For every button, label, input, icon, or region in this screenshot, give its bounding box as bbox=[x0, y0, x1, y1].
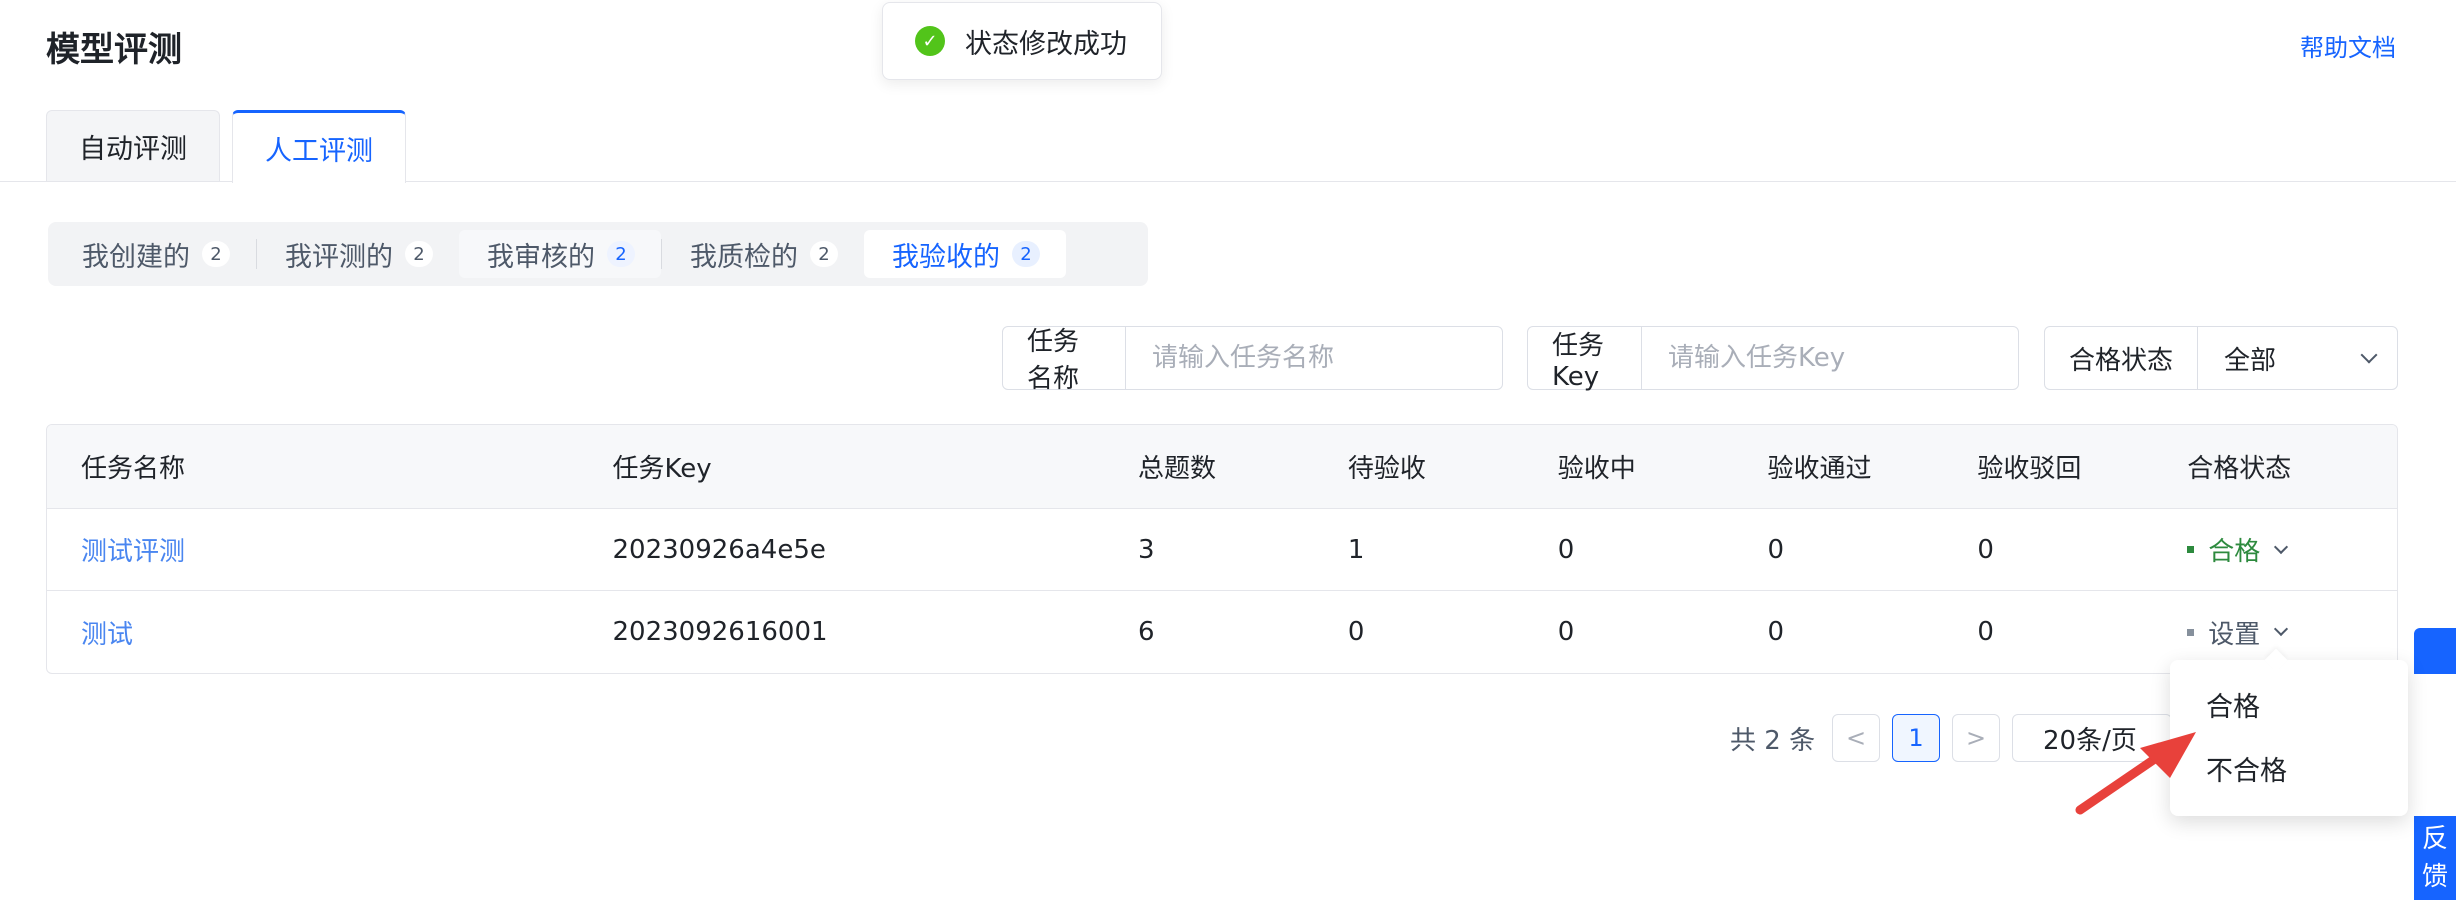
segment-label: 我质检的 bbox=[690, 241, 798, 273]
tab-auto-eval[interactable]: 自动评测 bbox=[46, 110, 220, 182]
feedback-label: 反 bbox=[2421, 824, 2448, 854]
feedback-button[interactable]: 反 馈 bbox=[2414, 816, 2456, 900]
segment-qc[interactable]: 我质检的 2 bbox=[662, 230, 864, 278]
status-cell: 合格 bbox=[2153, 531, 2397, 568]
pending-count: 1 bbox=[1347, 534, 1365, 565]
status-dot bbox=[2187, 546, 2195, 553]
column-header: 待验收 bbox=[1347, 454, 1426, 484]
segment-reviewed[interactable]: 我审核的 2 bbox=[459, 230, 661, 278]
page-size-select[interactable]: 20条/页 bbox=[2012, 714, 2172, 762]
task-key-filter: 任务Key bbox=[1527, 326, 2019, 392]
table-row: 测试 2023092616001 6 0 0 0 0 设置 bbox=[47, 591, 2397, 673]
segment-evaluated[interactable]: 我评测的 2 bbox=[257, 230, 459, 278]
status-filter: 合格状态 全部 bbox=[2044, 326, 2398, 390]
tab-manual-eval[interactable]: 人工评测 bbox=[232, 110, 406, 183]
task-key-input[interactable] bbox=[1642, 327, 2018, 389]
status-select[interactable]: 全部 bbox=[2198, 327, 2397, 389]
chevron-down-icon bbox=[2274, 621, 2289, 637]
table-row: 测试评测 20230926a4e5e 3 1 0 0 0 合格 bbox=[47, 509, 2397, 591]
column-header: 任务Key bbox=[612, 454, 712, 484]
filter-label: 任务名称 bbox=[1003, 327, 1126, 394]
chevron-left-icon: < bbox=[1845, 724, 1867, 752]
column-header: 验收通过 bbox=[1767, 454, 1872, 484]
rejected-count: 0 bbox=[1977, 617, 1994, 647]
option-unqualified[interactable]: 不合格 bbox=[2170, 736, 2408, 800]
main-tabs: 自动评测 人工评测 bbox=[46, 110, 418, 183]
side-widget[interactable] bbox=[2414, 628, 2456, 674]
status-dropdown-trigger[interactable]: 设置 bbox=[2187, 614, 2397, 651]
status-dropdown-trigger[interactable]: 合格 bbox=[2187, 531, 2397, 568]
column-header: 验收中 bbox=[1557, 454, 1636, 484]
count-badge: 2 bbox=[810, 241, 838, 267]
status-dropdown-menu: 合格 不合格 bbox=[2170, 660, 2408, 816]
count-badge: 2 bbox=[1012, 241, 1040, 267]
status-text: 合格 bbox=[2208, 537, 2261, 567]
task-key: 2023092616001 bbox=[612, 617, 828, 647]
task-scope-segmented: 我创建的 2 我评测的 2 我审核的 2 我质检的 2 我验收的 2 bbox=[48, 222, 1148, 286]
next-page-button[interactable]: > bbox=[1952, 714, 2000, 762]
rejected-count: 0 bbox=[1977, 534, 1994, 565]
help-link[interactable]: 帮助文档 bbox=[2300, 28, 2396, 63]
status-text: 设置 bbox=[2208, 619, 2261, 650]
segment-label: 我创建的 bbox=[82, 241, 190, 273]
task-key: 20230926a4e5e bbox=[612, 534, 826, 565]
prev-page-button[interactable]: < bbox=[1832, 714, 1880, 762]
segment-label: 我评测的 bbox=[285, 241, 393, 273]
count-badge: 2 bbox=[607, 241, 635, 267]
toast-message: 状态修改成功 bbox=[965, 28, 1127, 60]
status-select-value: 全部 bbox=[2224, 345, 2277, 376]
task-name-link[interactable]: 测试 bbox=[47, 614, 579, 651]
in-progress-count: 0 bbox=[1557, 617, 1575, 647]
option-qualified[interactable]: 合格 bbox=[2170, 672, 2408, 736]
passed-count: 0 bbox=[1767, 617, 1785, 647]
segment-label: 我验收的 bbox=[892, 241, 1000, 273]
segment-created[interactable]: 我创建的 2 bbox=[54, 230, 256, 278]
task-name-link[interactable]: 测试评测 bbox=[47, 531, 579, 568]
feedback-label: 馈 bbox=[2421, 862, 2448, 892]
segment-accepted[interactable]: 我验收的 2 bbox=[864, 230, 1066, 278]
chevron-right-icon: > bbox=[1965, 724, 1987, 752]
table-header-row: 任务名称 任务Key 总题数 待验收 验收中 验收通过 验收驳回 合格状态 bbox=[47, 425, 2397, 509]
segment-label: 我审核的 bbox=[487, 241, 595, 273]
column-header: 任务名称 bbox=[81, 454, 186, 484]
task-name-filter: 任务名称 bbox=[1002, 326, 1503, 394]
total-count: 3 bbox=[1138, 534, 1155, 565]
column-header: 验收驳回 bbox=[1977, 454, 2082, 484]
status-cell: 设置 bbox=[2153, 614, 2397, 651]
status-dot bbox=[2187, 628, 2195, 636]
filter-label: 合格状态 bbox=[2045, 327, 2199, 389]
column-header: 合格状态 bbox=[2187, 454, 2292, 484]
task-name-input[interactable] bbox=[1126, 327, 1502, 389]
total-count: 6 bbox=[1138, 617, 1155, 647]
count-badge: 2 bbox=[405, 241, 433, 267]
chevron-down-icon bbox=[2360, 346, 2378, 364]
count-badge: 2 bbox=[202, 241, 230, 267]
in-progress-count: 0 bbox=[1557, 534, 1575, 565]
passed-count: 0 bbox=[1767, 534, 1785, 565]
chevron-down-icon bbox=[2274, 539, 2289, 554]
task-table: 任务名称 任务Key 总题数 待验收 验收中 验收通过 验收驳回 合格状态 测试… bbox=[46, 424, 2398, 674]
success-toast: ✓ 状态修改成功 bbox=[882, 2, 1162, 80]
filter-label: 任务Key bbox=[1528, 327, 1642, 392]
pending-count: 0 bbox=[1347, 617, 1365, 647]
page-1-button[interactable]: 1 bbox=[1892, 714, 1940, 762]
pagination-total: 共 2 条 bbox=[1730, 726, 1816, 756]
check-circle-icon: ✓ bbox=[915, 26, 945, 56]
page-title: 模型评测 bbox=[46, 30, 182, 70]
column-header: 总题数 bbox=[1138, 454, 1217, 484]
